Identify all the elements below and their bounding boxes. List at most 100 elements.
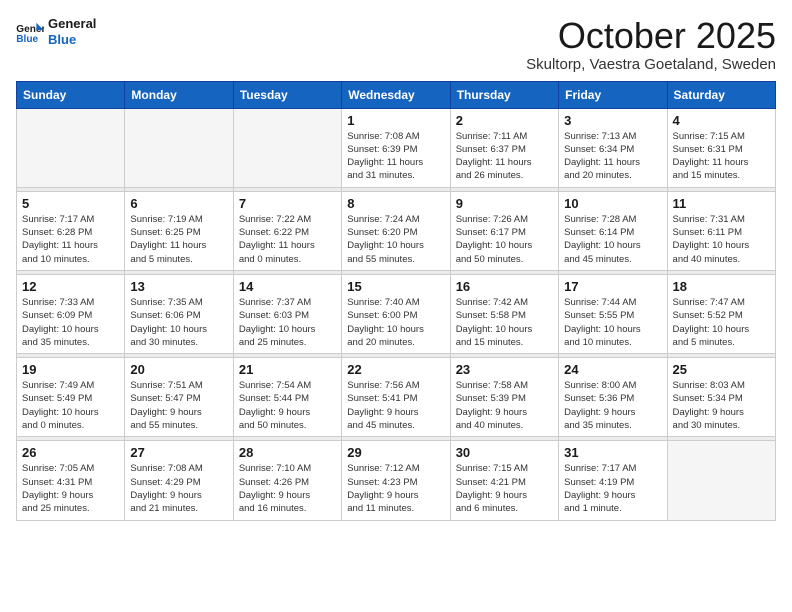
header-saturday: Saturday — [667, 81, 775, 108]
calendar-week-5: 26 Sunrise: 7:05 AM Sunset: 4:31 PM Dayli… — [17, 441, 776, 520]
calendar-cell: 6 Sunrise: 7:19 AM Sunset: 6:25 PM Daylig… — [125, 191, 233, 270]
day-info: Sunrise: 8:00 AM Sunset: 5:36 PM Dayligh… — [564, 379, 661, 432]
day-number: 4 — [673, 113, 770, 128]
day-number: 2 — [456, 113, 553, 128]
day-number: 23 — [456, 362, 553, 377]
day-info: Sunrise: 7:10 AM Sunset: 4:26 PM Dayligh… — [239, 462, 336, 515]
day-info: Sunrise: 7:35 AM Sunset: 6:06 PM Dayligh… — [130, 296, 227, 349]
day-info: Sunrise: 7:47 AM Sunset: 5:52 PM Dayligh… — [673, 296, 770, 349]
day-info: Sunrise: 7:15 AM Sunset: 6:31 PM Dayligh… — [673, 130, 770, 183]
calendar-cell: 25 Sunrise: 8:03 AM Sunset: 5:34 PM Dayli… — [667, 358, 775, 437]
calendar-cell: 14 Sunrise: 7:37 AM Sunset: 6:03 PM Dayli… — [233, 274, 341, 353]
header-wednesday: Wednesday — [342, 81, 450, 108]
calendar-cell: 5 Sunrise: 7:17 AM Sunset: 6:28 PM Daylig… — [17, 191, 125, 270]
month-title: October 2025 — [526, 16, 776, 56]
day-number: 31 — [564, 445, 661, 460]
day-number: 26 — [22, 445, 119, 460]
calendar-cell: 24 Sunrise: 8:00 AM Sunset: 5:36 PM Dayli… — [559, 358, 667, 437]
day-info: Sunrise: 7:15 AM Sunset: 4:21 PM Dayligh… — [456, 462, 553, 515]
day-number: 20 — [130, 362, 227, 377]
calendar-cell: 3 Sunrise: 7:13 AM Sunset: 6:34 PM Daylig… — [559, 108, 667, 187]
calendar-week-1: 1Sunrise: 7:08 AM Sunset: 6:39 PM Daylig… — [17, 108, 776, 187]
calendar-cell: 28 Sunrise: 7:10 AM Sunset: 4:26 PM Dayli… — [233, 441, 341, 520]
location-title: Skultorp, Vaestra Goetaland, Sweden — [526, 56, 776, 73]
day-number: 25 — [673, 362, 770, 377]
day-number: 1 — [347, 113, 444, 128]
day-info: Sunrise: 7:17 AM Sunset: 6:28 PM Dayligh… — [22, 213, 119, 266]
day-info: Sunrise: 7:24 AM Sunset: 6:20 PM Dayligh… — [347, 213, 444, 266]
day-info: Sunrise: 7:37 AM Sunset: 6:03 PM Dayligh… — [239, 296, 336, 349]
header: General Blue General Blue October 2025 S… — [16, 16, 776, 73]
day-number: 10 — [564, 196, 661, 211]
calendar-cell: 17 Sunrise: 7:44 AM Sunset: 5:55 PM Dayli… — [559, 274, 667, 353]
calendar-cell: 23Sunrise: 7:58 AM Sunset: 5:39 PM Dayli… — [450, 358, 558, 437]
calendar-week-2: 5 Sunrise: 7:17 AM Sunset: 6:28 PM Daylig… — [17, 191, 776, 270]
calendar-cell: 7 Sunrise: 7:22 AM Sunset: 6:22 PM Daylig… — [233, 191, 341, 270]
day-number: 24 — [564, 362, 661, 377]
day-number: 14 — [239, 279, 336, 294]
calendar-header-row: SundayMondayTuesdayWednesdayThursdayFrid… — [17, 81, 776, 108]
day-number: 12 — [22, 279, 119, 294]
calendar-cell: 26 Sunrise: 7:05 AM Sunset: 4:31 PM Dayli… — [17, 441, 125, 520]
calendar-cell: 9 Sunrise: 7:26 AM Sunset: 6:17 PM Daylig… — [450, 191, 558, 270]
day-info: Sunrise: 7:05 AM Sunset: 4:31 PM Dayligh… — [22, 462, 119, 515]
calendar-cell: 21 Sunrise: 7:54 AM Sunset: 5:44 PM Dayli… — [233, 358, 341, 437]
day-number: 7 — [239, 196, 336, 211]
calendar-cell: 20 Sunrise: 7:51 AM Sunset: 5:47 PM Dayli… — [125, 358, 233, 437]
calendar-week-4: 19Sunrise: 7:49 AM Sunset: 5:49 PM Dayli… — [17, 358, 776, 437]
day-number: 29 — [347, 445, 444, 460]
calendar-cell: 12Sunrise: 7:33 AM Sunset: 6:09 PM Dayli… — [17, 274, 125, 353]
day-info: Sunrise: 7:56 AM Sunset: 5:41 PM Dayligh… — [347, 379, 444, 432]
calendar-cell: 10 Sunrise: 7:28 AM Sunset: 6:14 PM Dayli… — [559, 191, 667, 270]
day-number: 11 — [673, 196, 770, 211]
calendar-cell: 8Sunrise: 7:24 AM Sunset: 6:20 PM Daylig… — [342, 191, 450, 270]
calendar-cell: 31 Sunrise: 7:17 AM Sunset: 4:19 PM Dayli… — [559, 441, 667, 520]
day-number: 5 — [22, 196, 119, 211]
day-info: Sunrise: 7:54 AM Sunset: 5:44 PM Dayligh… — [239, 379, 336, 432]
logo: General Blue General Blue — [16, 16, 96, 47]
calendar-cell: 15 Sunrise: 7:40 AM Sunset: 6:00 PM Dayli… — [342, 274, 450, 353]
header-thursday: Thursday — [450, 81, 558, 108]
day-info: Sunrise: 7:08 AM Sunset: 4:29 PM Dayligh… — [130, 462, 227, 515]
calendar-cell: 13Sunrise: 7:35 AM Sunset: 6:06 PM Dayli… — [125, 274, 233, 353]
day-number: 21 — [239, 362, 336, 377]
day-info: Sunrise: 7:13 AM Sunset: 6:34 PM Dayligh… — [564, 130, 661, 183]
day-info: Sunrise: 7:22 AM Sunset: 6:22 PM Dayligh… — [239, 213, 336, 266]
day-info: Sunrise: 7:19 AM Sunset: 6:25 PM Dayligh… — [130, 213, 227, 266]
calendar-cell: 16Sunrise: 7:42 AM Sunset: 5:58 PM Dayli… — [450, 274, 558, 353]
calendar-cell — [667, 441, 775, 520]
day-info: Sunrise: 7:51 AM Sunset: 5:47 PM Dayligh… — [130, 379, 227, 432]
day-number: 3 — [564, 113, 661, 128]
logo-line1: General — [48, 16, 96, 32]
day-info: Sunrise: 7:40 AM Sunset: 6:00 PM Dayligh… — [347, 296, 444, 349]
calendar: SundayMondayTuesdayWednesdayThursdayFrid… — [16, 81, 776, 521]
calendar-cell: 27 Sunrise: 7:08 AM Sunset: 4:29 PM Dayli… — [125, 441, 233, 520]
calendar-cell — [125, 108, 233, 187]
calendar-cell: 11 Sunrise: 7:31 AM Sunset: 6:11 PM Dayli… — [667, 191, 775, 270]
day-info: Sunrise: 7:17 AM Sunset: 4:19 PM Dayligh… — [564, 462, 661, 515]
day-number: 18 — [673, 279, 770, 294]
svg-text:Blue: Blue — [16, 34, 38, 43]
logo-line2: Blue — [48, 32, 96, 48]
day-info: Sunrise: 7:26 AM Sunset: 6:17 PM Dayligh… — [456, 213, 553, 266]
day-number: 17 — [564, 279, 661, 294]
calendar-cell: 4 Sunrise: 7:15 AM Sunset: 6:31 PM Daylig… — [667, 108, 775, 187]
day-info: Sunrise: 7:44 AM Sunset: 5:55 PM Dayligh… — [564, 296, 661, 349]
calendar-cell: 30Sunrise: 7:15 AM Sunset: 4:21 PM Dayli… — [450, 441, 558, 520]
calendar-cell: 18 Sunrise: 7:47 AM Sunset: 5:52 PM Dayli… — [667, 274, 775, 353]
day-number: 28 — [239, 445, 336, 460]
header-monday: Monday — [125, 81, 233, 108]
day-info: Sunrise: 7:11 AM Sunset: 6:37 PM Dayligh… — [456, 130, 553, 183]
header-sunday: Sunday — [17, 81, 125, 108]
day-number: 19 — [22, 362, 119, 377]
day-number: 6 — [130, 196, 227, 211]
day-info: Sunrise: 7:28 AM Sunset: 6:14 PM Dayligh… — [564, 213, 661, 266]
calendar-cell: 2 Sunrise: 7:11 AM Sunset: 6:37 PM Daylig… — [450, 108, 558, 187]
day-info: Sunrise: 7:31 AM Sunset: 6:11 PM Dayligh… — [673, 213, 770, 266]
day-number: 27 — [130, 445, 227, 460]
day-number: 15 — [347, 279, 444, 294]
title-area: October 2025 Skultorp, Vaestra Goetaland… — [526, 16, 776, 73]
day-number: 9 — [456, 196, 553, 211]
calendar-cell: 29Sunrise: 7:12 AM Sunset: 4:23 PM Dayli… — [342, 441, 450, 520]
day-info: Sunrise: 8:03 AM Sunset: 5:34 PM Dayligh… — [673, 379, 770, 432]
